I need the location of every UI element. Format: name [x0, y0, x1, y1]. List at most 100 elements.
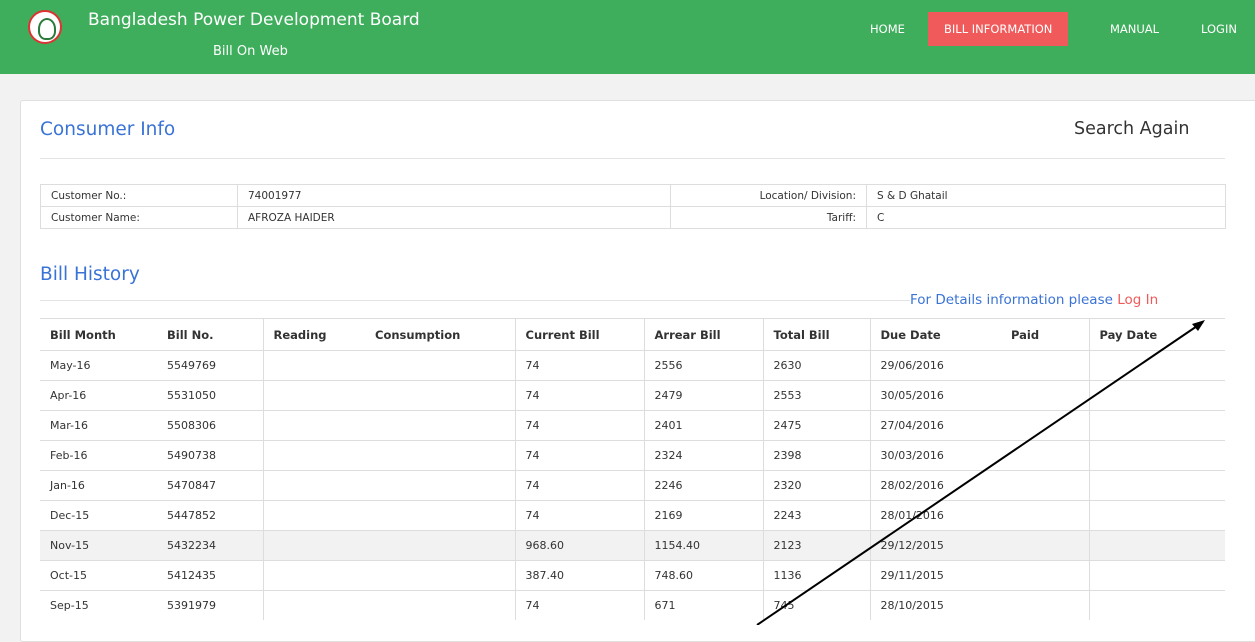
- table-row: Customer No.: 74001977 Location/ Divisio…: [40, 184, 1226, 207]
- cell-current-bill: 968.60: [515, 530, 645, 561]
- cell-current-bill: 74: [515, 380, 645, 411]
- cell-due-date: 28/02/2016: [870, 470, 1001, 501]
- table-row: Oct-15 5412435 387.40 748.60 1136 29/11/2015: [40, 560, 1225, 591]
- top-navbar: Bangladesh Power Development Board Bill …: [0, 0, 1255, 74]
- cell-arrear-bill: 2169: [644, 500, 764, 531]
- cell-arrear-bill: 2324: [644, 440, 764, 471]
- brand-title[interactable]: Bangladesh Power Development Board: [88, 10, 420, 30]
- cell-due-date: 28/10/2015: [870, 590, 1001, 620]
- cell-bill-month: Sep-15: [40, 590, 157, 620]
- cell-consumption: [365, 350, 516, 381]
- cell-reading: [263, 410, 365, 441]
- cell-pay-date: [1089, 500, 1225, 531]
- login-link[interactable]: Log In: [1117, 292, 1158, 308]
- cell-reading: [263, 590, 365, 620]
- cell-consumption: [365, 440, 516, 471]
- cell-paid: [1001, 440, 1090, 471]
- cell-current-bill: 74: [515, 470, 645, 501]
- col-reading: Reading: [263, 318, 365, 351]
- col-arrear-bill: Arrear Bill: [644, 318, 764, 351]
- table-row: May-16 5549769 74 2556 2630 29/06/2016: [40, 350, 1225, 381]
- cell-bill-month: Dec-15: [40, 500, 157, 531]
- cell-paid: [1001, 530, 1090, 561]
- col-pay-date: Pay Date: [1089, 318, 1225, 351]
- cell-bill-month: Nov-15: [40, 530, 157, 561]
- cell-paid: [1001, 500, 1090, 531]
- tariff-label: Tariff:: [670, 206, 867, 229]
- cell-due-date: 29/06/2016: [870, 350, 1001, 381]
- cell-pay-date: [1089, 560, 1225, 591]
- cell-bill-month: May-16: [40, 350, 157, 381]
- tariff-value: C: [866, 206, 1226, 229]
- customer-no-value: 74001977: [237, 184, 671, 207]
- bpdb-logo-icon[interactable]: [28, 10, 62, 44]
- cell-reading: [263, 440, 365, 471]
- cell-current-bill: 74: [515, 500, 645, 531]
- cell-paid: [1001, 350, 1090, 381]
- cell-total-bill: 2320: [763, 470, 871, 501]
- nav-home[interactable]: HOME: [870, 12, 905, 46]
- cell-reading: [263, 380, 365, 411]
- cell-bill-month: Mar-16: [40, 410, 157, 441]
- cell-total-bill: 745: [763, 590, 871, 620]
- cell-bill-month: Jan-16: [40, 470, 157, 501]
- cell-due-date: 30/03/2016: [870, 440, 1001, 471]
- customer-name-value: AFROZA HAIDER: [237, 206, 671, 229]
- cell-bill-month: Apr-16: [40, 380, 157, 411]
- cell-paid: [1001, 380, 1090, 411]
- col-bill-month: Bill Month: [40, 318, 157, 351]
- cell-consumption: [365, 470, 516, 501]
- search-again-link[interactable]: Search Again: [1074, 119, 1189, 139]
- table-row: Apr-16 5531050 74 2479 2553 30/05/2016: [40, 380, 1225, 411]
- col-consumption: Consumption: [365, 318, 516, 351]
- table-row: Customer Name: AFROZA HAIDER Tariff: C: [40, 206, 1226, 229]
- cell-bill-no: 5412435: [157, 560, 264, 591]
- cell-reading: [263, 530, 365, 561]
- nav-manual[interactable]: MANUAL: [1110, 12, 1159, 46]
- cell-due-date: 27/04/2016: [870, 410, 1001, 441]
- cell-total-bill: 2553: [763, 380, 871, 411]
- divider: [40, 158, 1225, 159]
- cell-reading: [263, 350, 365, 381]
- cell-paid: [1001, 410, 1090, 441]
- col-bill-no: Bill No.: [157, 318, 264, 351]
- consumer-info-heading: Consumer Info: [40, 119, 176, 140]
- cell-bill-month: Oct-15: [40, 560, 157, 591]
- nav-bill-information[interactable]: BILL INFORMATION: [928, 12, 1069, 46]
- cell-arrear-bill: 1154.40: [644, 530, 764, 561]
- cell-bill-no: 5508306: [157, 410, 264, 441]
- cell-arrear-bill: 2479: [644, 380, 764, 411]
- cell-bill-no: 5432234: [157, 530, 264, 561]
- col-current-bill: Current Bill: [515, 318, 645, 351]
- cell-bill-no: 5490738: [157, 440, 264, 471]
- cell-current-bill: 74: [515, 440, 645, 471]
- cell-bill-month: Feb-16: [40, 440, 157, 471]
- cell-total-bill: 2123: [763, 530, 871, 561]
- details-login-note: For Details information please Log In: [910, 292, 1158, 308]
- divider: [40, 300, 910, 301]
- col-total-bill: Total Bill: [763, 318, 871, 351]
- cell-paid: [1001, 560, 1090, 591]
- cell-bill-no: 5549769: [157, 350, 264, 381]
- cell-pay-date: [1089, 590, 1225, 620]
- cell-due-date: 29/12/2015: [870, 530, 1001, 561]
- cell-current-bill: 74: [515, 350, 645, 381]
- cell-bill-no: 5447852: [157, 500, 264, 531]
- cell-pay-date: [1089, 440, 1225, 471]
- cell-consumption: [365, 560, 516, 591]
- cell-pay-date: [1089, 350, 1225, 381]
- location-value: S & D Ghatail: [866, 184, 1226, 207]
- customer-name-label: Customer Name:: [40, 206, 238, 229]
- cell-bill-no: 5391979: [157, 590, 264, 620]
- table-row: Feb-16 5490738 74 2324 2398 30/03/2016: [40, 440, 1225, 471]
- cell-total-bill: 2475: [763, 410, 871, 441]
- cell-current-bill: 387.40: [515, 560, 645, 591]
- nav-login[interactable]: LOGIN: [1201, 12, 1237, 46]
- cell-reading: [263, 500, 365, 531]
- details-note-text: For Details information please: [910, 292, 1118, 308]
- cell-pay-date: [1089, 470, 1225, 501]
- cell-reading: [263, 560, 365, 591]
- location-label: Location/ Division:: [670, 184, 867, 207]
- cell-consumption: [365, 590, 516, 620]
- cell-consumption: [365, 530, 516, 561]
